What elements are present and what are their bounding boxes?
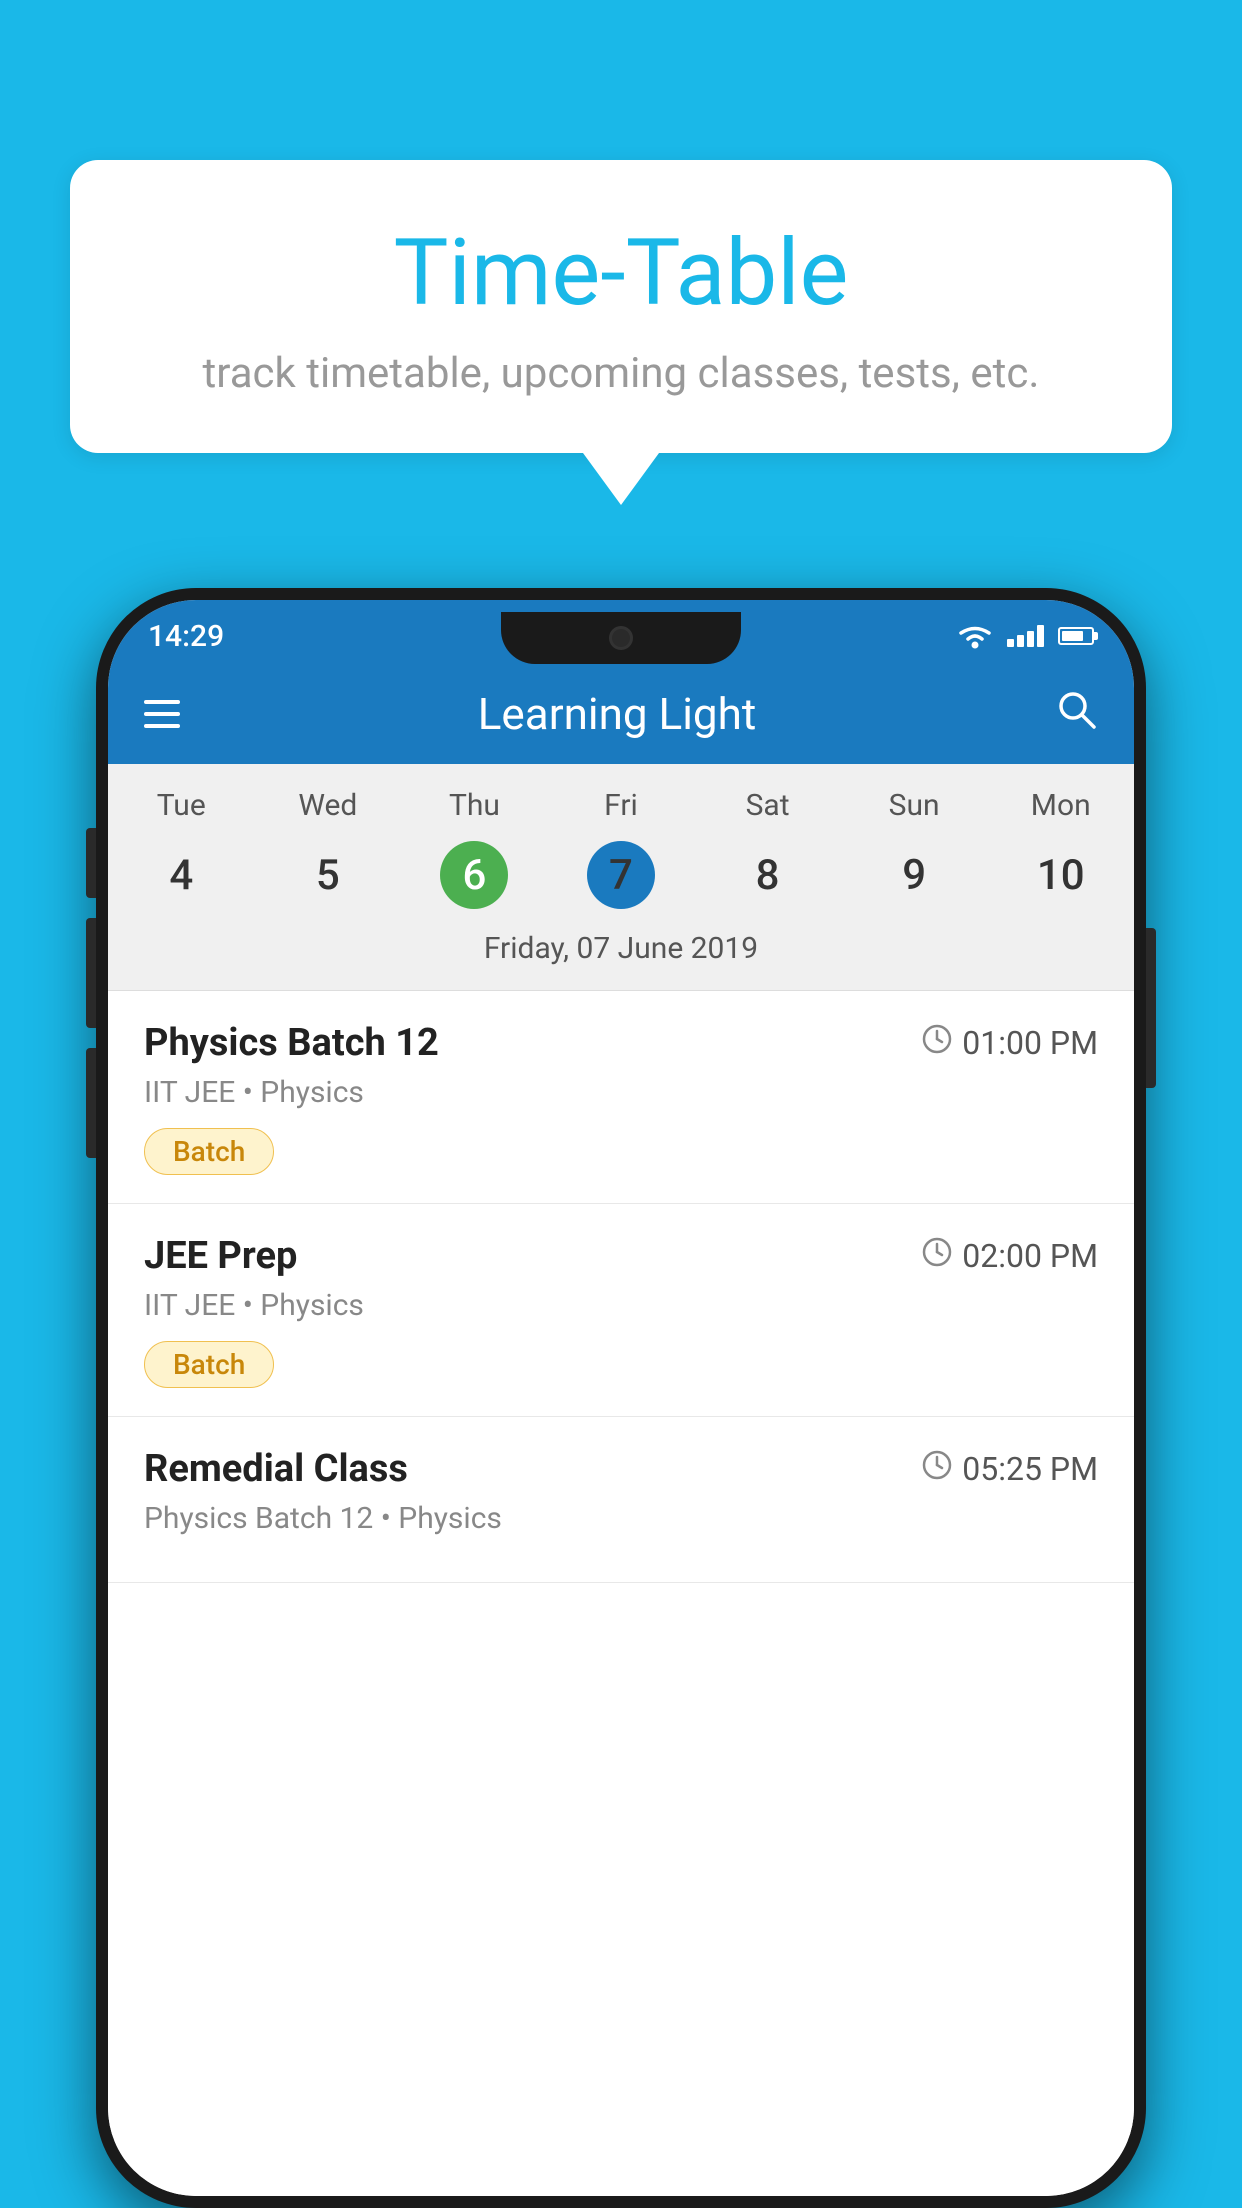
search-icon: [1054, 687, 1098, 731]
hamburger-line-2: [144, 712, 180, 716]
search-button[interactable]: [1054, 687, 1098, 742]
selected-circle: 7: [587, 841, 655, 909]
day-name-sat[interactable]: Sat: [694, 788, 841, 823]
day-6-today[interactable]: 6: [401, 839, 548, 911]
selected-date-label: Friday, 07 June 2019: [108, 931, 1134, 970]
phone-outer: 14:29: [96, 588, 1146, 2208]
hamburger-line-3: [144, 724, 180, 728]
phone-notch: [501, 612, 741, 664]
schedule-item-1-tag: Batch: [144, 1128, 274, 1175]
day-9[interactable]: 9: [841, 839, 988, 911]
clock-icon-2: [922, 1237, 952, 1275]
side-button-power: [86, 828, 96, 898]
menu-button[interactable]: [144, 700, 180, 728]
side-button-volume-up: [86, 918, 96, 1028]
schedule-item-3-time: 05:25 PM: [922, 1450, 1098, 1488]
wifi-icon: [957, 623, 993, 649]
speech-bubble: Time-Table track timetable, upcoming cla…: [70, 160, 1172, 453]
clock-icon-1: [922, 1024, 952, 1062]
schedule-item-1[interactable]: Physics Batch 12 01:00 PM: [108, 991, 1134, 1204]
schedule-list: Physics Batch 12 01:00 PM: [108, 991, 1134, 2196]
schedule-item-3-header: Remedial Class 05:25 PM: [144, 1447, 1098, 1491]
schedule-item-1-time: 01:00 PM: [922, 1024, 1098, 1062]
phone-frame: 14:29: [96, 588, 1146, 2208]
side-button-volume-down: [86, 1048, 96, 1158]
bubble-subtitle: track timetable, upcoming classes, tests…: [120, 349, 1122, 398]
schedule-item-1-title: Physics Batch 12: [144, 1021, 439, 1065]
side-button-right: [1146, 928, 1156, 1088]
phone-screen: 14:29: [108, 600, 1134, 2196]
status-icons: [957, 623, 1094, 649]
day-name-sun[interactable]: Sun: [841, 788, 988, 823]
schedule-item-2[interactable]: JEE Prep 02:00 PM: [108, 1204, 1134, 1417]
calendar-strip: Tue Wed Thu Fri Sat Sun Mon 4 5 6: [108, 764, 1134, 990]
day-numbers-row: 4 5 6 7 8 9 10: [108, 839, 1134, 911]
bubble-title: Time-Table: [120, 220, 1122, 327]
day-names-row: Tue Wed Thu Fri Sat Sun Mon: [108, 788, 1134, 823]
day-name-wed[interactable]: Wed: [255, 788, 402, 823]
schedule-item-2-title: JEE Prep: [144, 1234, 297, 1278]
today-circle: 6: [440, 841, 508, 909]
schedule-item-3[interactable]: Remedial Class 05:25 PM: [108, 1417, 1134, 1583]
day-name-tue[interactable]: Tue: [108, 788, 255, 823]
schedule-item-3-subtitle: Physics Batch 12 • Physics: [144, 1501, 1098, 1536]
day-name-mon[interactable]: Mon: [987, 788, 1134, 823]
battery-icon: [1058, 627, 1094, 645]
app-title: Learning Light: [210, 688, 1024, 740]
day-7-selected[interactable]: 7: [548, 839, 695, 911]
schedule-item-2-tag: Batch: [144, 1341, 274, 1388]
day-name-fri[interactable]: Fri: [548, 788, 695, 823]
schedule-item-2-header: JEE Prep 02:00 PM: [144, 1234, 1098, 1278]
day-name-thu[interactable]: Thu: [401, 788, 548, 823]
phone-camera: [609, 626, 633, 650]
signal-icon: [1007, 625, 1044, 647]
schedule-item-3-title: Remedial Class: [144, 1447, 408, 1491]
app-bar: Learning Light: [108, 664, 1134, 764]
speech-bubble-container: Time-Table track timetable, upcoming cla…: [70, 160, 1172, 505]
day-8[interactable]: 8: [694, 839, 841, 911]
day-10[interactable]: 10: [987, 839, 1134, 911]
hamburger-line-1: [144, 700, 180, 704]
schedule-item-2-subtitle: IIT JEE • Physics: [144, 1288, 1098, 1323]
schedule-item-1-header: Physics Batch 12 01:00 PM: [144, 1021, 1098, 1065]
phone-content: 14:29: [108, 600, 1134, 2196]
speech-bubble-arrow: [583, 453, 659, 505]
clock-icon-3: [922, 1450, 952, 1488]
schedule-item-2-time: 02:00 PM: [922, 1237, 1098, 1275]
status-time: 14:29: [148, 619, 224, 654]
day-4[interactable]: 4: [108, 839, 255, 911]
day-5[interactable]: 5: [255, 839, 402, 911]
schedule-item-1-subtitle: IIT JEE • Physics: [144, 1075, 1098, 1110]
